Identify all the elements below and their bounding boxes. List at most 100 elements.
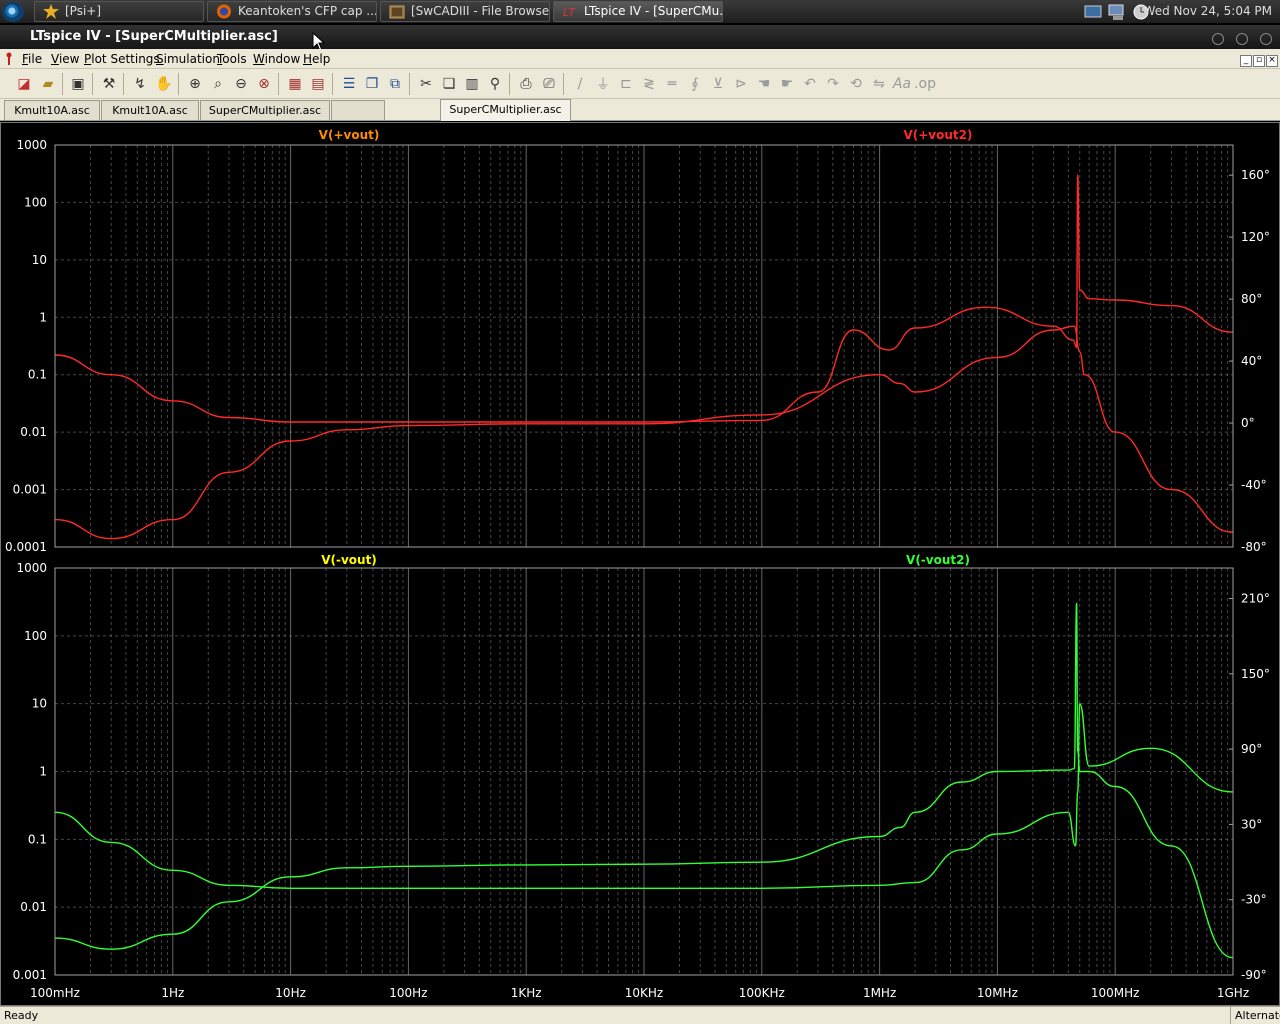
resistor-icon[interactable]: ≷	[638, 73, 660, 95]
task-label: LTspice IV - [SuperCMu...	[584, 4, 723, 18]
label-net-icon[interactable]: ⊏	[615, 73, 637, 95]
rotate-icon[interactable]: ⟲	[845, 73, 867, 95]
x-tick-label: 100MHz	[1091, 986, 1140, 1000]
minimize-icon[interactable]	[1212, 33, 1224, 45]
task-button-firefox[interactable]: Keantoken's CFP cap ...	[207, 1, 377, 22]
zoom-area-icon[interactable]: ⌕	[207, 73, 229, 95]
ltspice-icon: LT	[563, 6, 576, 19]
window-titlebar[interactable]: LTspice IV - [SuperCMultiplier.asc]	[0, 25, 1280, 49]
close-icon[interactable]	[1260, 33, 1272, 45]
pan-hand-icon[interactable]: ✋	[153, 73, 175, 95]
toolbar-separator	[278, 73, 279, 95]
zoom-fit-icon[interactable]: ⊗	[253, 73, 275, 95]
save-icon[interactable]: ▣	[67, 73, 89, 95]
x-tick-label: 100KHz	[739, 986, 785, 1000]
component-icon[interactable]: ⊳	[730, 73, 752, 95]
document-menu-icon[interactable]	[4, 52, 16, 66]
clock[interactable]: Wed Nov 24, 5:04 PM	[1144, 0, 1272, 23]
copy-icon[interactable]: ❏	[438, 73, 460, 95]
x-tick-label: 100mHz	[30, 986, 80, 1000]
cut-icon[interactable]: ✂	[415, 73, 437, 95]
toolbar-separator	[178, 73, 179, 95]
print-preview-icon[interactable]: ⎙	[515, 73, 537, 95]
menu-file[interactable]: File	[22, 51, 42, 67]
mdi-close-icon[interactable]: ×	[1266, 55, 1278, 67]
spice-directive-icon[interactable]: .op	[914, 73, 936, 95]
print-icon[interactable]: ⎚	[538, 73, 560, 95]
network-icon[interactable]	[1083, 2, 1103, 22]
open-folder-icon[interactable]: ▰	[37, 73, 59, 95]
undo-icon[interactable]: ↶	[799, 73, 821, 95]
menu-view[interactable]: View	[51, 51, 79, 67]
legend-vout-plus[interactable]: V(+vout)	[319, 128, 380, 142]
redo-icon[interactable]: ↷	[822, 73, 844, 95]
paste-icon[interactable]: ▥	[461, 73, 483, 95]
plot-pane-bottom[interactable]: 1000 100 10 1 0.1 0.01 0.001 210° 150° 90° 30° -30°…	[13, 553, 1270, 982]
legend-vout2-plus[interactable]: V(+vout2)	[903, 128, 972, 142]
tab-supercmultiplier-active[interactable]: SuperCMultiplier.asc	[440, 99, 571, 121]
y2-tick-label: 30°	[1241, 817, 1262, 831]
y-tick-label: 0.01	[20, 425, 47, 439]
tab-kmult10a[interactable]: Kmult10A.asc	[4, 100, 100, 120]
plot-grid	[54, 567, 1233, 976]
svg-text:LT: LT	[563, 6, 576, 19]
y2-tick-label: -90°	[1241, 968, 1267, 982]
tab-kmult10a-2[interactable]: Kmult10A.asc	[101, 100, 199, 120]
tab-empty[interactable]	[331, 100, 385, 120]
zoom-out-icon[interactable]: ⊖	[230, 73, 252, 95]
tab-supercmultiplier[interactable]: SuperCMultiplier.asc	[200, 100, 330, 120]
find-icon[interactable]: ⚲	[484, 73, 506, 95]
y-tick-label: 1	[39, 310, 47, 324]
status-text: Ready	[4, 1009, 39, 1022]
y-tick-label: 0.1	[28, 368, 47, 382]
task-button-file-browser[interactable]: [SwCADIII - File Browser]	[380, 1, 550, 22]
mirror-icon[interactable]: ⇋	[868, 73, 890, 95]
mdi-controls: _ ▫ ×	[1239, 51, 1278, 67]
task-button-ltspice[interactable]: LT LTspice IV - [SuperCMu...	[553, 1, 723, 22]
inductor-icon[interactable]: ∮	[684, 73, 706, 95]
menu-simulation[interactable]: Simulation	[156, 51, 220, 67]
text-icon[interactable]: Aa	[891, 73, 913, 95]
diode-icon[interactable]: ⊻	[707, 73, 729, 95]
y-tick-label: 0.0001	[5, 540, 47, 554]
legend-vout-minus[interactable]: V(-vout)	[321, 553, 377, 567]
monitor-icon[interactable]	[1107, 2, 1127, 22]
y2-tick-label: 120°	[1241, 230, 1270, 244]
toolbar-separator	[332, 73, 333, 95]
plot-pane-top[interactable]: 1000 100 10 1 0.1 0.01 0.001 0.0001 160° 120° 80° 4…	[5, 128, 1270, 554]
start-menu-icon[interactable]	[2, 2, 24, 22]
draw-wire-icon[interactable]: ∕	[569, 73, 591, 95]
mdi-minimize-icon[interactable]: _	[1240, 55, 1252, 67]
toolbar-separator	[62, 73, 63, 95]
run-icon[interactable]: ↯	[129, 73, 151, 95]
task-label: [SwCADIII - File Browser]	[411, 4, 550, 18]
maximize-icon[interactable]	[1236, 33, 1248, 45]
tile-horizontal-icon[interactable]: ☰	[338, 73, 360, 95]
waveform-plot[interactable]: 1000 100 10 1 0.1 0.01 0.001 0.0001 160° 120° 80° 4…	[0, 122, 1280, 1006]
drag-hand-icon[interactable]: ☛	[776, 73, 798, 95]
y2-tick-label: -40°	[1241, 478, 1267, 492]
move-hand-icon[interactable]: ☚	[753, 73, 775, 95]
task-label: Keantoken's CFP cap ...	[238, 4, 377, 18]
menu-window[interactable]: Window	[253, 51, 300, 67]
legend-vout2-minus[interactable]: V(-vout2)	[906, 553, 970, 567]
toolbar-separator	[123, 73, 124, 95]
toolbar-separator	[92, 73, 93, 95]
menu-help[interactable]: Help	[303, 51, 330, 67]
y-tick-label: 1000	[16, 138, 47, 152]
task-label: [Psi+]	[65, 4, 102, 18]
autorange-icon[interactable]: ▦	[284, 73, 306, 95]
task-button-psi[interactable]: [Psi+]	[34, 1, 204, 22]
tile-vertical-icon[interactable]: ⧉	[384, 73, 406, 95]
menu-plot-settings[interactable]: Plot Settings	[84, 51, 160, 67]
control-panel-icon[interactable]: ⚒	[98, 73, 120, 95]
document-tabs: Kmult10A.asc Kmult10A.asc SuperCMultipli…	[0, 99, 1280, 121]
new-schematic-icon[interactable]: ◪	[13, 73, 35, 95]
fit-waveform-icon[interactable]: ▤	[307, 73, 329, 95]
mdi-restore-icon[interactable]: ▫	[1253, 55, 1265, 67]
ground-icon[interactable]: ⏚	[592, 73, 614, 95]
cascade-windows-icon[interactable]: ❐	[361, 73, 383, 95]
menu-tools[interactable]: Tools	[217, 51, 247, 67]
capacitor-icon[interactable]: ═	[661, 73, 683, 95]
zoom-in-icon[interactable]: ⊕	[184, 73, 206, 95]
